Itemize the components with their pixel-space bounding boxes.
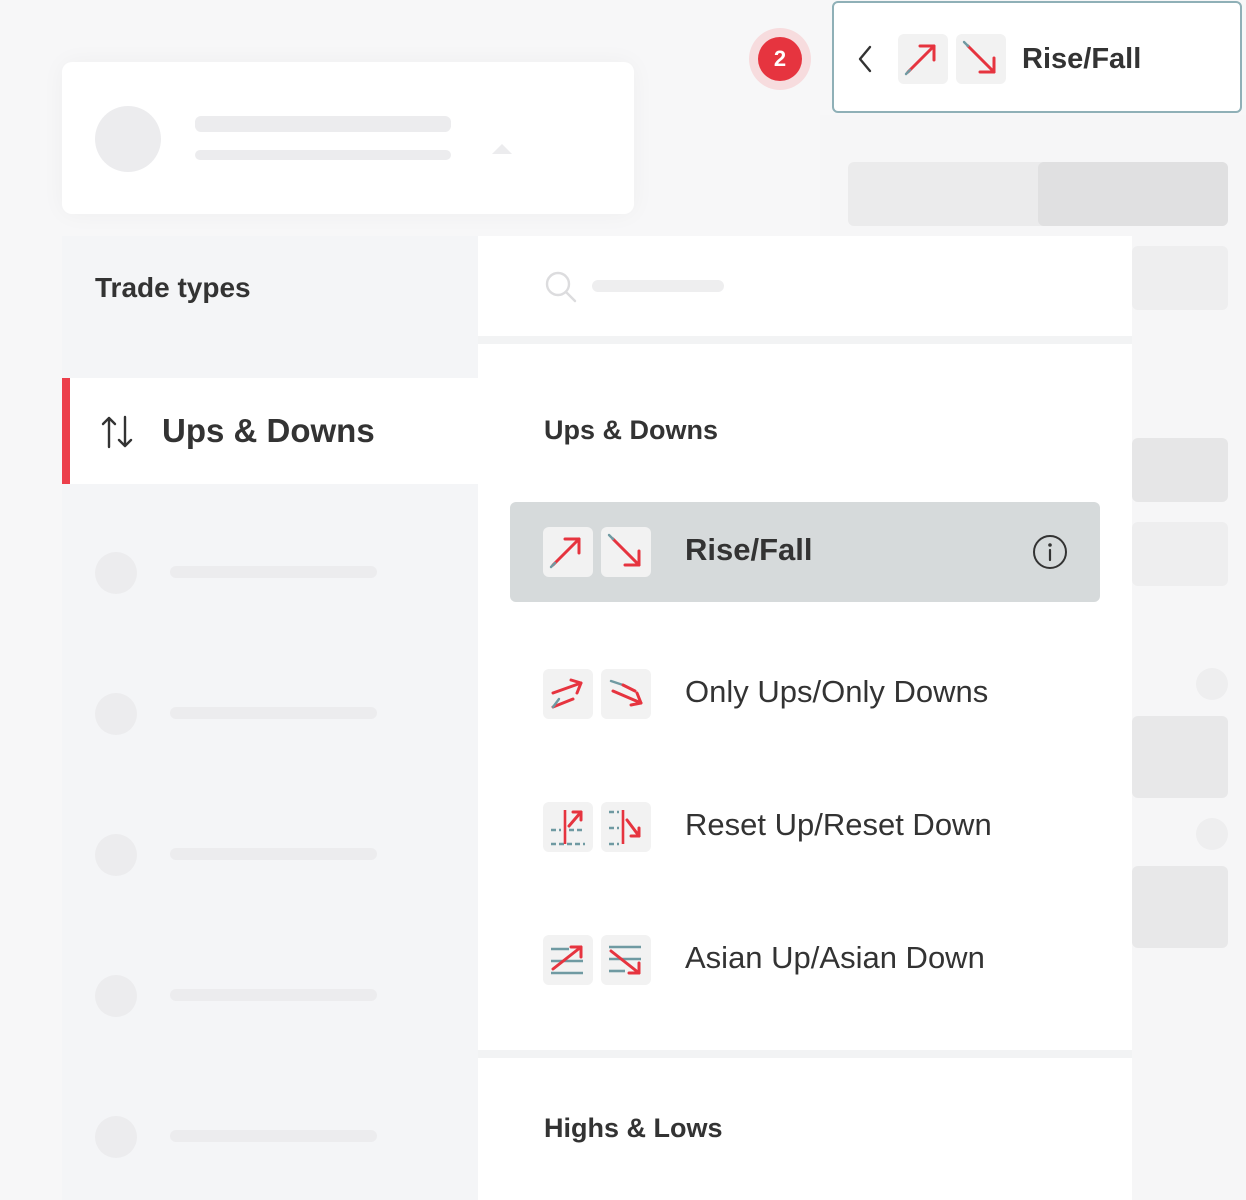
placeholder-button [1132,716,1228,798]
contract-item-reset-up-reset-down[interactable]: Reset Up/Reset Down [510,777,1100,877]
fall-icon [601,527,651,577]
only-ups-icon [543,669,593,719]
search-icon [545,271,577,303]
placeholder-category-icon [95,975,137,1017]
divider [478,336,1132,344]
contract-item-only-ups-only-downs[interactable]: Only Ups/Only Downs [510,644,1100,744]
selected-contract-label: Rise/Fall [1022,43,1142,75]
placeholder-caret-icon [492,144,512,154]
contract-type-selector[interactable]: Rise/Fall [832,1,1242,113]
background-card [62,62,634,214]
fall-icon [956,34,1006,84]
reset-up-icon [543,802,593,852]
placeholder-category-label [170,848,377,860]
contract-item-rise-fall[interactable]: Rise/Fall [510,502,1100,602]
search-bar[interactable] [478,236,1132,336]
contract-label: Rise/Fall [685,532,813,567]
placeholder-button [1132,866,1228,948]
asian-down-icon [601,935,651,985]
contract-icon-pair [543,935,653,985]
only-downs-icon [601,669,651,719]
contract-label: Only Ups/Only Downs [685,674,989,709]
category-label: Ups & Downs [162,412,375,449]
step-badge: 2 [758,37,802,81]
contract-icon-pair [543,669,653,719]
placeholder-category-label [170,989,377,1001]
placeholder-avatar [95,106,161,172]
placeholder-line [195,116,451,132]
contract-icon-pair [543,527,653,577]
reset-down-icon [601,802,651,852]
info-icon[interactable] [1032,534,1068,570]
category-item-ups-downs[interactable]: Ups & Downs [62,378,478,484]
trade-types-title: Trade types [95,272,251,303]
placeholder-category-icon [95,834,137,876]
selector-icon-pair [898,34,1008,84]
placeholder-field [1132,438,1228,502]
chevron-left-icon[interactable] [854,43,876,75]
section-title-ups-downs: Ups & Downs [544,415,719,445]
contract-item-asian-up-asian-down[interactable]: Asian Up/Asian Down [510,910,1100,1010]
contract-label: Reset Up/Reset Down [685,807,992,842]
up-down-arrows-icon [101,415,133,449]
divider [478,1050,1132,1058]
contract-label: Asian Up/Asian Down [685,940,985,975]
placeholder-line [195,150,451,160]
placeholder-category-icon [95,693,137,735]
placeholder-category-icon [95,552,137,594]
placeholder-category-label [170,566,377,578]
placeholder-field [1132,522,1228,586]
rise-icon [898,34,948,84]
rise-icon [543,527,593,577]
placeholder-category-icon [95,1116,137,1158]
placeholder-field [1132,246,1228,310]
placeholder-toggle-active [1038,162,1228,226]
placeholder-category-label [170,707,377,719]
placeholder-dot [1196,818,1228,850]
search-placeholder-bar [592,280,724,292]
placeholder-category-label [170,1130,377,1142]
placeholder-dot [1196,668,1228,700]
contract-icon-pair [543,802,653,852]
asian-up-icon [543,935,593,985]
section-title-highs-lows: Highs & Lows [544,1113,723,1143]
